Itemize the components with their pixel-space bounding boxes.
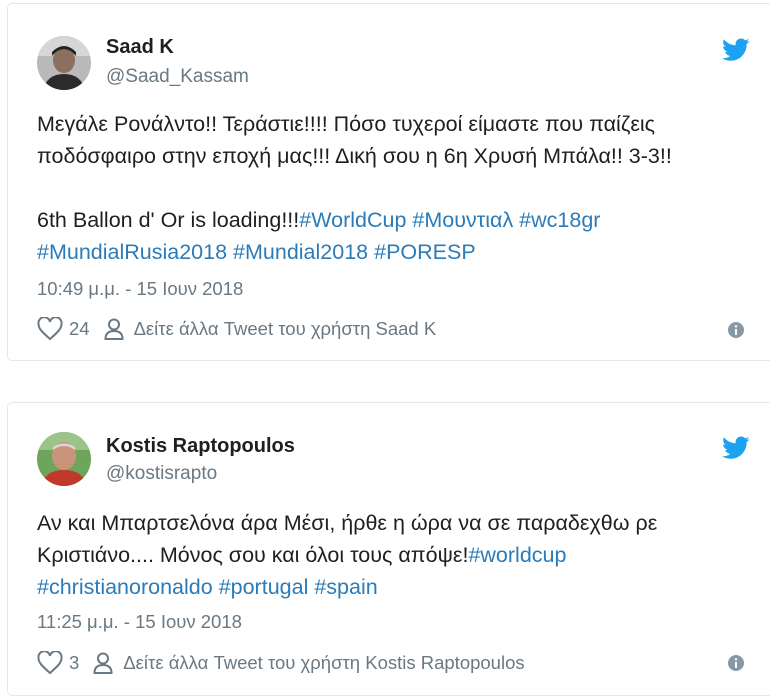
- tweet-line: #christianoronaldo #portugal #spain: [37, 571, 770, 603]
- hashtag-link[interactable]: #wc18gr: [519, 208, 600, 232]
- more-tweets-link[interactable]: Δείτε άλλα Tweet του χρήστη Saad K: [134, 318, 437, 340]
- twitter-bird-icon[interactable]: [722, 38, 750, 62]
- like-count: 3: [69, 652, 80, 673]
- tweet-actions: 24 Δείτε άλλα Tweet του χρήστη Saad K: [37, 317, 436, 341]
- author-name[interactable]: Kostis Raptopoulos: [106, 435, 295, 458]
- info-icon[interactable]: [728, 322, 744, 338]
- hashtag-link[interactable]: #Μουντιαλ: [412, 208, 513, 232]
- hashtag-link[interactable]: #christianoronaldo: [37, 575, 213, 599]
- tweet-line: Μεγάλε Ρονάλντο!! Τεράστιε!!!! Πόσο τυχε…: [37, 112, 656, 136]
- hashtag-link[interactable]: #portugal: [219, 575, 309, 599]
- tweet-card: Kostis Raptopoulos @kostisrapto Αν και Μ…: [7, 402, 770, 696]
- avatar[interactable]: [37, 432, 91, 486]
- tweet-line: 6th Ballon d' Or is loading!!!#WorldCup …: [37, 204, 770, 236]
- author-handle[interactable]: @kostisrapto: [106, 463, 217, 485]
- tweet-line-text: Κριστιάνο.... Μόνος σου και όλοι τους απ…: [37, 543, 469, 567]
- tweet-actions: 3 Δείτε άλλα Tweet του χρήστη Kostis Rap…: [37, 651, 525, 675]
- twitter-bird-icon[interactable]: [722, 436, 750, 460]
- heart-icon[interactable]: [37, 651, 63, 675]
- hashtag-link[interactable]: #Mundial2018: [233, 240, 368, 264]
- tweet-card: Saad K @Saad_Kassam Μεγάλε Ρονάλντο!! Τε…: [7, 3, 770, 361]
- like-count: 24: [69, 318, 90, 339]
- hashtag-link[interactable]: #spain: [314, 575, 377, 599]
- heart-icon[interactable]: [37, 317, 63, 341]
- hashtag-link[interactable]: #WorldCup: [299, 208, 406, 232]
- hashtag-link[interactable]: #PORESP: [374, 240, 476, 264]
- tweet-line: Κριστιάνο.... Μόνος σου και όλοι τους απ…: [37, 539, 770, 571]
- tweet-line: ποδόσφαιρο στην εποχή μας!!! Δική σου η …: [37, 144, 672, 168]
- avatar[interactable]: [37, 36, 91, 90]
- person-icon: [104, 318, 124, 340]
- info-icon[interactable]: [728, 655, 744, 671]
- author-name[interactable]: Saad K: [106, 36, 174, 59]
- tweet-timestamp[interactable]: 10:49 μ.μ. - 15 Ιουν 2018: [37, 278, 243, 300]
- tweet-line-text: 6th Ballon d' Or is loading!!!: [37, 208, 300, 232]
- person-icon: [93, 652, 113, 674]
- hashtag-link[interactable]: #worldcup: [468, 543, 566, 567]
- tweet-line: Αν και Μπαρτσελόνα άρα Μέσι, ήρθε η ώρα …: [37, 511, 658, 535]
- author-handle[interactable]: @Saad_Kassam: [106, 66, 249, 88]
- tweet-line: #MundialRusia2018 #Mundial2018 #PORESP: [37, 236, 770, 268]
- tweet-text: Μεγάλε Ρονάλντο!! Τεράστιε!!!! Πόσο τυχε…: [37, 108, 770, 268]
- more-tweets-link[interactable]: Δείτε άλλα Tweet του χρήστη Kostis Rapto…: [123, 652, 524, 674]
- hashtag-link[interactable]: #MundialRusia2018: [37, 240, 227, 264]
- tweet-timestamp[interactable]: 11:25 μ.μ. - 15 Ιουν 2018: [37, 611, 242, 633]
- tweet-text: Αν και Μπαρτσελόνα άρα Μέσι, ήρθε η ώρα …: [37, 507, 770, 603]
